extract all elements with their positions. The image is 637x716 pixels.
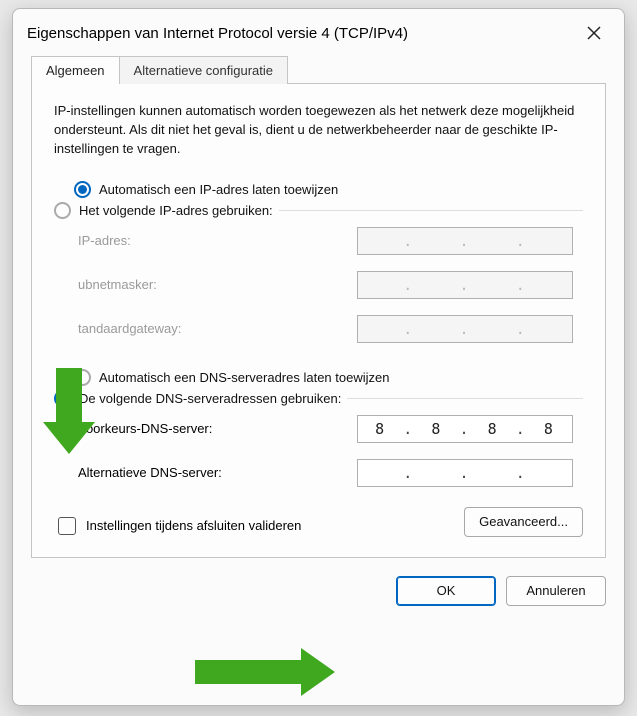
- radio-dns-manual[interactable]: De volgende DNS-serveradressen gebruiken…: [54, 390, 347, 407]
- advanced-button[interactable]: Geavanceerd...: [464, 507, 583, 537]
- checkbox-icon: [58, 517, 76, 535]
- gateway-input: ...: [357, 315, 573, 343]
- radio-icon: [74, 181, 91, 198]
- radio-ip-auto-label: Automatisch een IP-adres laten toewijzen: [99, 182, 338, 197]
- dns-manual-group: De volgende DNS-serveradressen gebruiken…: [54, 390, 583, 495]
- titlebar: Eigenschappen van Internet Protocol vers…: [13, 9, 624, 55]
- radio-dns-auto[interactable]: Automatisch een DNS-serveradres laten to…: [54, 365, 583, 390]
- subnet-input: ...: [357, 271, 573, 299]
- subnet-label: ubnetmasker:: [78, 277, 157, 292]
- ip-address-label: IP-adres:: [78, 233, 131, 248]
- field-ip-address: IP-adres: ...: [54, 219, 583, 263]
- annotation-arrow-right-icon: [195, 648, 343, 696]
- radio-dns-manual-label: De volgende DNS-serveradressen gebruiken…: [79, 391, 341, 406]
- ip-address-input: ...: [357, 227, 573, 255]
- radio-dns-auto-label: Automatisch een DNS-serveradres laten to…: [99, 370, 389, 385]
- tab-panel-general: IP-instellingen kunnen automatisch worde…: [31, 83, 606, 558]
- dialog-title: Eigenschappen van Internet Protocol vers…: [27, 25, 578, 42]
- field-preferred-dns: Voorkeurs-DNS-server: 8. 8. 8. 8: [54, 407, 583, 451]
- tab-alternate-config[interactable]: Alternatieve configuratie: [120, 56, 288, 84]
- tabstrip: Algemeen Alternatieve configuratie: [13, 55, 624, 83]
- validate-label: Instellingen tijdens afsluiten valideren: [86, 518, 301, 533]
- radio-ip-auto[interactable]: Automatisch een IP-adres laten toewijzen: [54, 177, 583, 202]
- alternate-dns-input[interactable]: . . .: [357, 459, 573, 487]
- field-alternate-dns: Alternatieve DNS-server: . . .: [54, 451, 583, 495]
- field-gateway: tandaardgateway: ...: [54, 307, 583, 351]
- tab-general[interactable]: Algemeen: [31, 56, 120, 84]
- ipv4-properties-dialog: Eigenschappen van Internet Protocol vers…: [12, 8, 625, 706]
- alternate-dns-label: Alternatieve DNS-server:: [78, 465, 222, 480]
- preferred-dns-input[interactable]: 8. 8. 8. 8: [357, 415, 573, 443]
- cancel-button[interactable]: Annuleren: [506, 576, 606, 606]
- gateway-label: tandaardgateway:: [78, 321, 181, 336]
- dialog-buttons: OK Annuleren: [13, 576, 624, 624]
- close-button[interactable]: [578, 19, 610, 47]
- description-text: IP-instellingen kunnen automatisch worde…: [54, 102, 583, 159]
- preferred-dns-label: Voorkeurs-DNS-server:: [78, 421, 212, 436]
- radio-ip-manual[interactable]: Het volgende IP-adres gebruiken:: [54, 202, 279, 219]
- field-subnet: ubnetmasker: ...: [54, 263, 583, 307]
- annotation-arrow-down-icon: [43, 368, 95, 456]
- radio-ip-manual-label: Het volgende IP-adres gebruiken:: [79, 203, 273, 218]
- ok-button[interactable]: OK: [396, 576, 496, 606]
- radio-icon: [54, 202, 71, 219]
- close-icon: [587, 26, 601, 40]
- ip-manual-group: Het volgende IP-adres gebruiken: IP-adre…: [54, 202, 583, 351]
